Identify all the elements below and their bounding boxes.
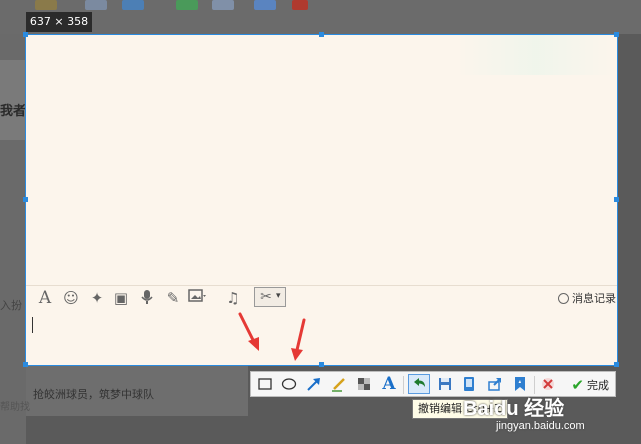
emoji-icon[interactable]: ☺ xyxy=(62,289,80,307)
finish-label: 完成 xyxy=(587,379,609,392)
share-icon[interactable] xyxy=(486,375,504,393)
message-history-link[interactable]: 消息记录 xyxy=(558,290,616,306)
undo-button[interactable] xyxy=(408,374,430,394)
resize-handle-bottom[interactable] xyxy=(319,362,324,367)
background-top-bar xyxy=(0,0,641,34)
music-icon[interactable]: ♫ xyxy=(224,289,242,307)
bg-bottom-text: 抢皎洲球员，筑梦中球队 xyxy=(33,388,154,401)
resize-handle-right[interactable] xyxy=(614,197,619,202)
cancel-icon[interactable] xyxy=(539,375,557,393)
video-icon[interactable]: ▣ xyxy=(112,289,130,307)
chevron-down-icon[interactable]: ▾ xyxy=(276,291,281,301)
font-icon[interactable]: A xyxy=(36,289,54,307)
toolbar-separator xyxy=(403,376,404,394)
clock-icon xyxy=(558,292,569,304)
bg-app-icon xyxy=(35,0,57,10)
baidu-jingyan-watermark: Baidu 经验 xyxy=(463,398,565,420)
capture-size-label: 637 × 358 xyxy=(26,12,92,32)
bg-app-icon xyxy=(212,0,234,10)
pen-icon[interactable] xyxy=(330,375,348,393)
image-icon[interactable] xyxy=(188,289,206,307)
bg-app-icon xyxy=(122,0,144,10)
finish-button[interactable]: ✔ 完成 xyxy=(571,376,609,394)
watermark-url: jingyan.baidu.com xyxy=(496,420,585,432)
ellipse-icon[interactable] xyxy=(280,375,298,393)
rectangle-icon[interactable] xyxy=(256,375,274,393)
mosaic-icon[interactable] xyxy=(355,375,373,393)
scissors-icon: ✂ xyxy=(260,289,272,305)
pin-icon[interactable] xyxy=(460,375,478,393)
edit-icon[interactable]: ✎ xyxy=(164,289,182,307)
bg-text-fragment: 入扮 xyxy=(0,299,22,312)
capture-selection-area[interactable]: A ☺ ✦ ▣ ✎ ♫ ✂ ▾ 消息记录 xyxy=(23,32,619,367)
text-input-caret xyxy=(32,317,33,333)
resize-handle-bottom-left[interactable] xyxy=(23,362,28,367)
message-history-label: 消息记录 xyxy=(572,292,616,305)
resize-handle-left[interactable] xyxy=(23,197,28,202)
check-icon: ✔ xyxy=(571,376,584,394)
bg-text-fragment: 帮助找 xyxy=(0,402,30,413)
resize-handle-top-left[interactable] xyxy=(23,32,28,37)
save-icon[interactable] xyxy=(436,375,454,393)
favorite-icon[interactable] xyxy=(511,375,529,393)
bg-app-icon xyxy=(254,0,276,10)
red-arrow-annotation-2 xyxy=(291,318,306,361)
bg-app-icon xyxy=(176,0,198,10)
resize-handle-top-right[interactable] xyxy=(614,32,619,37)
text-icon[interactable]: A xyxy=(380,375,398,393)
resize-handle-bottom-right[interactable] xyxy=(614,362,619,367)
chat-input-toolbar: A ☺ ✦ ▣ ✎ ♫ ✂ ▾ 消息记录 xyxy=(36,285,616,311)
mic-icon[interactable] xyxy=(138,289,156,307)
magic-icon[interactable]: ✦ xyxy=(88,289,106,307)
red-arrow-annotation-1 xyxy=(238,312,259,351)
screenshot-button[interactable]: ✂ ▾ xyxy=(254,287,286,307)
arrow-icon[interactable] xyxy=(305,375,323,393)
resize-handle-top[interactable] xyxy=(319,32,324,37)
selection-sheen xyxy=(456,35,616,75)
undo-icon xyxy=(414,378,425,387)
bg-app-icon xyxy=(85,0,107,10)
bg-app-icon xyxy=(292,0,308,10)
